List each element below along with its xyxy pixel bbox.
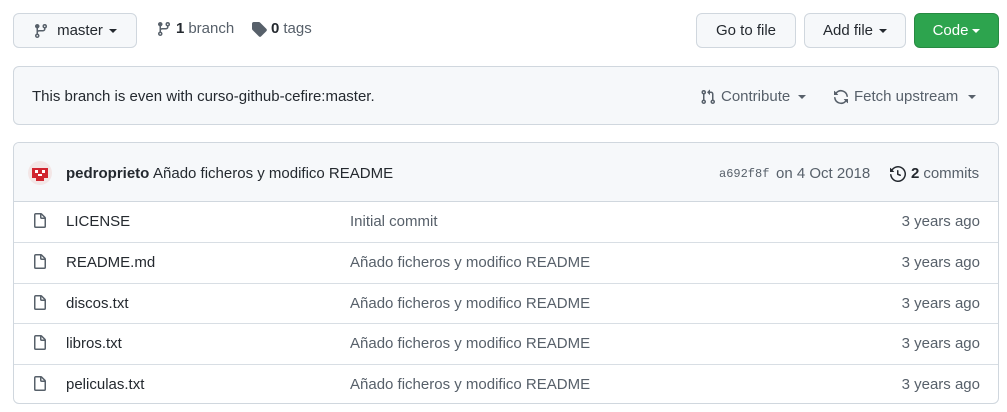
commits-history-link[interactable]: 2 commits <box>890 165 979 182</box>
latest-commit-header: pedroprieto Añado ficheros y modifico RE… <box>14 143 998 202</box>
file-browser: pedroprieto Añado ficheros y modifico RE… <box>13 142 999 404</box>
branches-count: 1 <box>176 20 185 37</box>
file-row: discos.txt Añado ficheros y modifico READ… <box>14 282 998 323</box>
git-branch-icon <box>35 23 48 38</box>
file-row: peliculas.txt Añado ficheros y modifico R… <box>14 363 998 403</box>
file-name-link[interactable]: README.md <box>66 254 155 271</box>
file-commit-message-link[interactable]: Añado ficheros y modifico README <box>350 376 590 393</box>
fetch-upstream-label: Fetch upstream <box>854 88 959 105</box>
file-icon <box>32 294 48 315</box>
chevron-down-icon <box>968 94 977 99</box>
file-commit-message-link[interactable]: Initial commit <box>350 213 438 230</box>
chevron-down-icon <box>879 28 888 33</box>
commit-message-link[interactable]: Añado ficheros y modifico README <box>153 165 393 182</box>
tag-icon <box>252 21 267 37</box>
git-pull-request-icon <box>701 89 716 104</box>
add-file-button[interactable]: Add file <box>804 13 906 48</box>
go-to-file-button[interactable]: Go to file <box>696 13 796 48</box>
file-commit-age: 3 years ago <box>901 254 980 272</box>
branches-label: branch <box>188 20 235 37</box>
file-commit-message-link[interactable]: Añado ficheros y modifico README <box>350 335 590 352</box>
tags-label: tags <box>283 20 312 37</box>
file-name-link[interactable]: peliculas.txt <box>66 376 144 393</box>
branch-select-button[interactable]: master <box>13 13 137 48</box>
code-label: Code <box>932 22 969 39</box>
fork-status-text: This branch is even with curso-github-ce… <box>32 88 375 105</box>
avatar[interactable] <box>28 161 52 185</box>
branch-name: master <box>57 22 103 39</box>
contribute-button[interactable]: Contribute <box>700 88 807 105</box>
commit-author-link[interactable]: pedroprieto <box>66 165 149 182</box>
file-row: README.md Añado ficheros y modifico READM… <box>14 242 998 282</box>
tags-link[interactable]: 0 tags <box>251 20 312 37</box>
sync-icon <box>834 89 848 104</box>
go-to-file-label: Go to file <box>715 22 777 39</box>
file-name-link[interactable]: libros.txt <box>66 335 122 352</box>
file-commit-age: 3 years ago <box>901 375 980 393</box>
commit-sha-link[interactable]: a692f8f <box>719 167 769 181</box>
file-list: LICENSE Initial commit 3 years ago README.m… <box>14 202 998 403</box>
file-row: LICENSE Initial commit 3 years ago <box>14 202 998 242</box>
commits-label: commits <box>923 165 980 182</box>
file-commit-age: 3 years ago <box>901 294 980 312</box>
fetch-upstream-button[interactable]: Fetch upstream <box>833 88 977 105</box>
chevron-down-icon <box>108 28 117 33</box>
chevron-down-icon <box>972 28 981 33</box>
file-icon <box>32 213 48 233</box>
tags-count: 0 <box>271 20 280 37</box>
chevron-down-icon <box>798 94 807 99</box>
branches-link[interactable]: 1 branch <box>156 20 234 37</box>
contribute-label: Contribute <box>721 88 791 105</box>
file-commit-age: 3 years ago <box>901 213 980 230</box>
file-icon <box>32 335 48 355</box>
file-commit-age: 3 years ago <box>901 335 980 353</box>
history-icon <box>890 165 906 182</box>
git-branch-icon <box>157 21 170 36</box>
file-name-link[interactable]: discos.txt <box>66 295 129 312</box>
file-row: libros.txt Añado ficheros y modifico READ… <box>14 323 998 363</box>
file-icon <box>32 254 48 274</box>
file-name-link[interactable]: LICENSE <box>66 213 130 230</box>
file-icon <box>32 375 48 396</box>
file-commit-message-link[interactable]: Añado ficheros y modifico README <box>350 295 590 312</box>
fork-status-bar: This branch is even with curso-github-ce… <box>13 66 999 125</box>
commit-date: on 4 Oct 2018 <box>776 165 871 182</box>
file-commit-message-link[interactable]: Añado ficheros y modifico README <box>350 254 590 271</box>
code-button[interactable]: Code <box>914 13 999 48</box>
add-file-label: Add file <box>822 22 874 39</box>
commits-count: 2 <box>911 165 920 182</box>
